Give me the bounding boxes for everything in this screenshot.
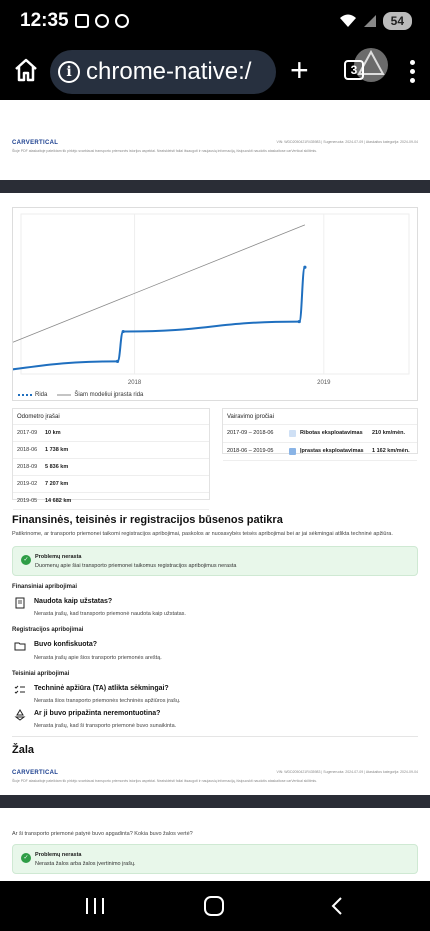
data-point [297,319,301,324]
signal-icon [363,15,376,27]
usage-label: Įprastas eksploatavimas [300,448,364,454]
notification-icons [75,14,129,28]
legend-rida: Rida [35,392,48,398]
usage-title: Vairavimo įpročiai [223,409,417,425]
pdf-viewer[interactable]: CARVERTICAL VIN: WDD2050421R435983 | Sug… [0,100,430,881]
odometer-date: 2017-09 [17,430,38,436]
finance-title: Finansinės, teisinės ir registracijos bū… [12,514,283,526]
odometer-value: 1 738 km [45,447,69,453]
mileage-chart: 2018 2019 [0,207,418,401]
report-meta-2: VIN: WDD2050421R435983 | Sugeneruota: 20… [276,770,418,774]
recycle-icon [14,709,26,721]
tab-switcher-button[interactable]: 3 [344,60,364,80]
battery-indicator: 54 [382,12,412,30]
x-tick-label: 2018 [128,380,142,386]
a-inspection: Nerasta šios transporto priemonės techni… [34,698,181,704]
pdf-header-2: CARVERTICAL VIN: WDD2050421R435983 | Sug… [0,770,430,794]
odometer-date: 2019-05 [17,498,38,504]
section-financial: Finansiniai apribojimai [12,584,78,590]
odometer-panel: Odometro įrašai 2017-09 10 km 2018-06 1 738… [12,408,210,510]
damage-ok-title: Problemų nerasta [35,852,82,858]
ok-title: Problemų nerasta [35,554,82,560]
odometer-row: 2019-02 7 207 km [13,476,209,493]
odometer-value: 10 km [45,430,61,436]
odometer-value: 7 207 km [45,481,69,487]
odometer-date: 2019-02 [17,481,38,487]
clock-icon [95,14,109,28]
q-written-off: Ar ji buvo pripažinta neremontuotina? [34,710,161,717]
usage-swatch [289,448,296,455]
usage-value: 1 162 km/mėn. [372,448,410,454]
odometer-value: 14 682 km [45,498,72,504]
disclaimer: Šioje PDF ataskaitoje pateiktam tik pirk… [12,149,318,153]
chart-svg: 2018 2019 [0,213,410,386]
odometer-date: 2018-06 [17,447,38,453]
section-registration: Registracijos apribojimai [12,627,84,633]
usage-swatch [289,430,296,437]
odometer-row: 2018-06 1 738 km [13,442,209,459]
check-icon: ✓ [21,555,31,565]
usage-period: 2017-09 – 2018-06 [227,430,274,436]
info-icon[interactable]: i [58,61,80,83]
q-inspection: Techninė apžiūra (TA) atlikta sėkmingai? [34,685,169,692]
a-collateral: Nerasta įrašų, kad transporto priemonė n… [34,611,186,617]
a-confiscated: Nerasta įrašų apie šios transporto priem… [34,655,162,661]
checklist-icon [14,685,25,694]
section-legal: Teisiniai apribojimai [12,671,70,677]
odometer-value: 5 836 km [45,464,69,470]
usage-period: 2018-06 – 2019-05 [227,448,274,454]
damage-ok-box: ✓ Problemų nerasta Nerasta žalos arba ža… [12,844,418,874]
damage-ok-text: Nerasta žalos arba žalos įvertinimo įraš… [35,861,136,867]
usage-row: 2018-06 – 2019-05 Įprastas eksploatavimas… [223,443,417,461]
chart-legend: Rida Šiam modeliui įprasta rida [18,392,143,398]
usage-value: 210 km/mėn. [372,430,406,436]
page-divider [0,180,430,193]
odometer-title: Odometro įrašai [13,409,209,425]
a-written-off: Nerasta įrašų, kad ši transporto priemon… [34,723,177,729]
home-button[interactable] [204,896,224,916]
new-tab-button[interactable]: + [290,54,309,86]
disclaimer-2: Šioje PDF ataskaitoje pateiktam tik pirk… [12,779,318,783]
damage-question: Ar ši transporto priemonė patyrė buvo ap… [12,831,193,837]
browser-toolbar: i chrome-native:/ + 3 [0,44,430,100]
photo-icon [75,14,89,28]
data-point [303,265,307,269]
document-icon [15,597,25,609]
data-point [121,329,125,334]
home-icon[interactable] [12,56,40,84]
damage-title: Žala [12,744,35,756]
status-time: 12:35 [20,10,69,31]
check-icon-2: ✓ [21,853,31,863]
overflow-menu-icon[interactable] [410,60,416,87]
folder-icon [14,642,26,651]
finance-ok-box: ✓ Problemų nerasta Duomenų apie šiai tra… [12,546,418,576]
odometer-row: 2018-09 5 836 km [13,459,209,476]
usage-row: 2017-09 – 2018-06 Ribotas eksploatavimas 2… [223,425,417,443]
legend-typical: Šiam modeliui įprasta rida [74,392,144,398]
url-text[interactable]: chrome-native:/ [86,58,251,86]
address-bar[interactable]: i chrome-native:/ [50,50,276,94]
back-button[interactable] [328,896,348,916]
plot-area [20,213,410,375]
wifi-icon [339,14,356,27]
page-divider-2 [0,795,430,808]
pdf-header: CARVERTICAL VIN: WDD2050421R435983 | Sug… [0,140,430,180]
usage-panel: Vairavimo įpročiai 2017-09 – 2018-06 Ribo… [222,408,418,461]
odometer-row: 2019-05 14 682 km [13,493,209,510]
x-tick-label: 2019 [317,380,331,386]
odometer-date: 2018-09 [17,464,38,470]
status-bar: 12:35 54 [0,0,430,44]
divider [12,736,418,737]
recents-button[interactable] [86,898,104,914]
data-point [115,359,120,363]
ok-text: Duomenų apie šiai transporto priemonei t… [35,563,237,569]
chrome-icon [115,14,129,28]
report-meta: VIN: WDD2050421R435983 | Sugeneruota: 20… [276,140,418,144]
usage-label: Ribotas eksploatavimas [300,430,363,436]
system-nav-bar [0,881,430,931]
q-collateral: Naudota kaip užstatas? [34,598,113,605]
q-confiscated: Buvo konfiskuota? [34,641,98,648]
finance-description: Patikrinome, ar transporto priemonei tai… [12,531,393,537]
odometer-row: 2017-09 10 km [13,425,209,442]
